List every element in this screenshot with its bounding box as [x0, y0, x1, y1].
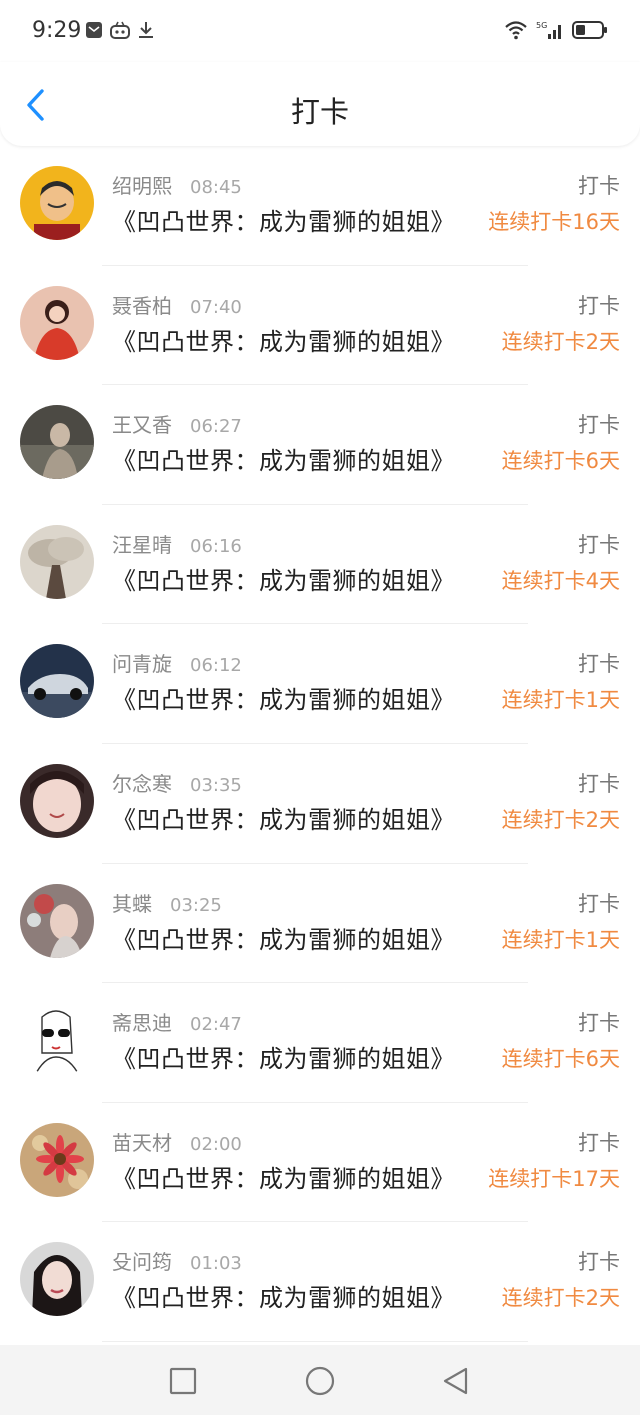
user-name[interactable]: 王又香 [112, 409, 172, 438]
list-item[interactable]: 斋思迪 02:47 《凹凸世界：成为雷狮的姐姐》 打卡 连续打卡6天 [0, 983, 640, 1103]
checkin-label: 打卡 [578, 293, 620, 318]
checkin-time: 02:00 [190, 1133, 242, 1155]
book-title[interactable]: 《凹凸世界：成为雷狮的姐姐》 [112, 800, 455, 835]
streak-label: 连续打卡1天 [501, 688, 620, 713]
avatar[interactable] [20, 524, 94, 599]
message-icon [84, 20, 104, 40]
checkin-label: 打卡 [578, 891, 620, 916]
system-nav-bar [0, 1345, 640, 1415]
streak-label: 连续打卡17天 [488, 1166, 620, 1191]
user-name[interactable]: 苗天材 [112, 1127, 172, 1156]
page-title: 打卡 [290, 95, 349, 129]
streak-label: 连续打卡4天 [501, 568, 620, 593]
book-title[interactable]: 《凹凸世界：成为雷狮的姐姐》 [112, 561, 455, 596]
streak-label: 连续打卡6天 [501, 449, 620, 474]
checkin-time: 06:16 [190, 535, 242, 557]
download-icon [136, 20, 156, 40]
avatar[interactable] [20, 1003, 94, 1078]
list-item[interactable]: 王又香 06:27 《凹凸世界：成为雷狮的姐姐》 打卡 连续打卡6天 [0, 385, 640, 505]
status-bar: 9:29 5G [0, 0, 640, 62]
checkin-label: 打卡 [578, 1011, 620, 1036]
checkin-label: 打卡 [578, 413, 620, 438]
checkin-time: 06:27 [190, 416, 242, 438]
checkin-time: 06:12 [190, 655, 242, 677]
checkin-time: 03:25 [170, 894, 222, 916]
checkin-label: 打卡 [578, 174, 620, 198]
avatar[interactable] [20, 883, 94, 958]
user-name[interactable]: 殳问筠 [112, 1246, 172, 1275]
game-icon [110, 20, 130, 40]
user-name[interactable]: 聂香柏 [112, 290, 172, 319]
book-title[interactable]: 《凹凸世界：成为雷狮的姐姐》 [112, 1039, 455, 1074]
avatar[interactable] [20, 1122, 94, 1197]
avatar[interactable] [20, 644, 94, 719]
checkin-time: 01:03 [190, 1253, 242, 1275]
streak-label: 连续打卡2天 [501, 1286, 620, 1311]
avatar[interactable] [20, 285, 94, 360]
checkin-label: 打卡 [578, 1130, 620, 1155]
svg-text:5G: 5G [536, 21, 547, 30]
user-name[interactable]: 绍明熙 [112, 170, 172, 199]
avatar[interactable] [20, 763, 94, 838]
checkin-label: 打卡 [578, 532, 620, 557]
avatar[interactable] [20, 166, 94, 240]
user-name[interactable]: 问青旋 [112, 648, 172, 677]
checkin-list: 绍明熙 08:45 《凹凸世界：成为雷狮的姐姐》 打卡 连续打卡16天 聂香柏 … [0, 146, 640, 1342]
divider [102, 1340, 528, 1342]
app-header: 打卡 [0, 62, 640, 146]
checkin-time: 03:35 [190, 774, 242, 796]
list-item[interactable]: 聂香柏 07:40 《凹凸世界：成为雷狮的姐姐》 打卡 连续打卡2天 [0, 266, 640, 386]
streak-label: 连续打卡1天 [501, 927, 620, 952]
status-system-icons: 5G [504, 20, 608, 44]
system-back-button[interactable] [440, 1365, 472, 1397]
5g-signal-icon: 5G [536, 20, 564, 44]
status-notification-icons [84, 20, 156, 40]
user-name[interactable]: 斋思迪 [112, 1007, 172, 1036]
book-title[interactable]: 《凹凸世界：成为雷狮的姐姐》 [112, 920, 455, 955]
home-icon [305, 1366, 335, 1396]
streak-label: 连续打卡2天 [501, 329, 620, 354]
list-item[interactable]: 尔念寒 03:35 《凹凸世界：成为雷狮的姐姐》 打卡 连续打卡2天 [0, 744, 640, 864]
streak-label: 连续打卡16天 [488, 210, 620, 234]
checkin-time: 08:45 [190, 177, 242, 198]
wifi-icon [504, 20, 528, 44]
book-title[interactable]: 《凹凸世界：成为雷狮的姐姐》 [112, 680, 455, 715]
user-name[interactable]: 尔念寒 [112, 768, 172, 797]
avatar[interactable] [20, 405, 94, 480]
user-name[interactable]: 汪星晴 [112, 529, 172, 558]
list-item[interactable]: 问青旋 06:12 《凹凸世界：成为雷狮的姐姐》 打卡 连续打卡1天 [0, 624, 640, 744]
home-button[interactable] [304, 1365, 336, 1397]
status-time: 9:29 [32, 18, 82, 43]
recent-apps-button[interactable] [167, 1365, 199, 1397]
checkin-time: 02:47 [190, 1014, 242, 1036]
list-item[interactable]: 其蝶 03:25 《凹凸世界：成为雷狮的姐姐》 打卡 连续打卡1天 [0, 864, 640, 984]
checkin-label: 打卡 [578, 652, 620, 677]
user-name[interactable]: 其蝶 [112, 888, 152, 917]
avatar[interactable] [20, 1242, 94, 1317]
list-item[interactable]: 殳问筠 01:03 《凹凸世界：成为雷狮的姐姐》 打卡 连续打卡2天 [0, 1222, 640, 1342]
streak-label: 连续打卡6天 [501, 1047, 620, 1072]
list-item[interactable]: 绍明熙 08:45 《凹凸世界：成为雷狮的姐姐》 打卡 连续打卡16天 [0, 146, 640, 266]
book-title[interactable]: 《凹凸世界：成为雷狮的姐姐》 [112, 441, 455, 476]
battery-icon [572, 20, 608, 44]
book-title[interactable]: 《凹凸世界：成为雷狮的姐姐》 [112, 1278, 455, 1313]
recent-apps-icon [169, 1367, 197, 1395]
list-item[interactable]: 苗天材 02:00 《凹凸世界：成为雷狮的姐姐》 打卡 连续打卡17天 [0, 1103, 640, 1223]
checkin-time: 07:40 [190, 296, 242, 318]
book-title[interactable]: 《凹凸世界：成为雷狮的姐姐》 [112, 322, 455, 357]
book-title[interactable]: 《凹凸世界：成为雷狮的姐姐》 [112, 202, 455, 237]
back-icon [443, 1367, 468, 1395]
book-title[interactable]: 《凹凸世界：成为雷狮的姐姐》 [112, 1159, 455, 1194]
checkin-label: 打卡 [578, 1250, 620, 1275]
checkin-label: 打卡 [578, 771, 620, 796]
list-item[interactable]: 汪星晴 06:16 《凹凸世界：成为雷狮的姐姐》 打卡 连续打卡4天 [0, 505, 640, 625]
streak-label: 连续打卡2天 [501, 807, 620, 832]
